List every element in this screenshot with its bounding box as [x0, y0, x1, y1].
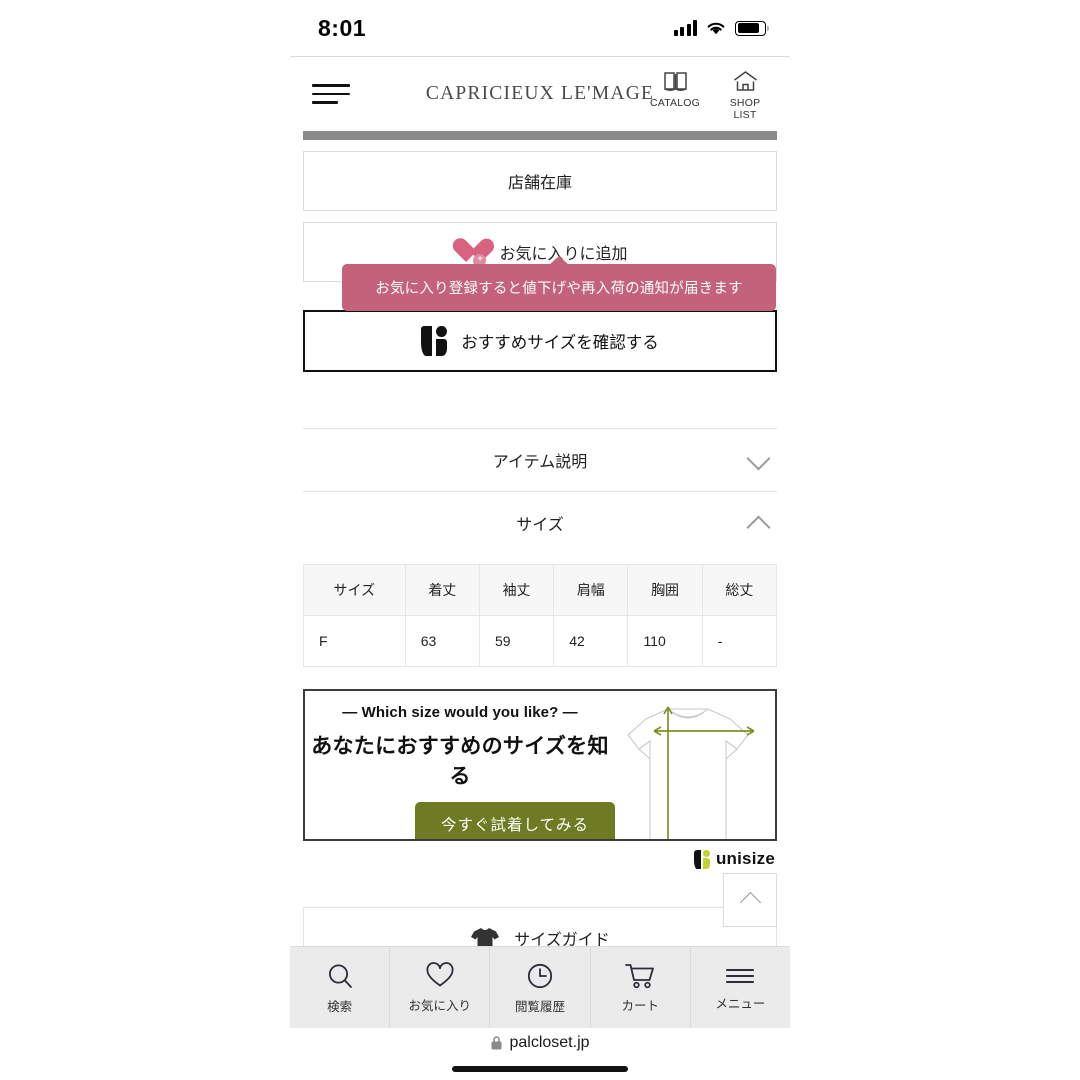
favorite-tooltip: お気に入り登録すると値下げや再入荷の通知が届きます — [342, 256, 776, 311]
nav-item-menu[interactable]: メニュー — [691, 947, 790, 1028]
cart-button-partial[interactable] — [303, 131, 777, 140]
unisize-banner[interactable]: — Which size would you like? — あなたにおすすめの… — [303, 689, 777, 841]
header-catalog-button[interactable]: CATALOG — [648, 68, 702, 121]
size-table-header-cell: 着丈 — [404, 564, 480, 616]
nav-item-search[interactable]: 検索 — [290, 947, 391, 1028]
size-table-cell: 42 — [553, 615, 629, 667]
header-shoplist-button[interactable]: SHOP LIST — [718, 68, 772, 121]
nav-label-favorites: お気に入り — [408, 998, 472, 1013]
table-row: F 63 59 42 110 - — [303, 615, 778, 667]
accordion-item-size[interactable]: サイズ — [303, 491, 777, 554]
url-text: palcloset.jp — [509, 1034, 590, 1051]
size-table-header-row: サイズ 着丈 袖丈 肩幅 胸囲 総丈 — [303, 564, 778, 616]
size-table-cell: 59 — [478, 615, 555, 667]
nav-label-history: 閲覧履歴 — [515, 999, 566, 1014]
unisize-logo-word: unisize — [715, 849, 775, 868]
check-recommended-size-label: おすすめサイズを確認する — [461, 334, 659, 352]
signal-bars-icon — [673, 20, 697, 36]
status-icons — [673, 20, 770, 36]
house-icon — [718, 68, 772, 95]
header-catalog-label: CATALOG — [649, 96, 701, 109]
size-table-header-cell: 袖丈 — [478, 564, 555, 616]
scroll-to-top-button[interactable] — [723, 873, 777, 927]
phone-screen: 8:01 CAPRICIEUX LE'MAGE CATALOG SHOP LIS… — [290, 0, 790, 1080]
home-indicator — [452, 1066, 628, 1072]
size-table-header-cell: サイズ — [303, 564, 406, 616]
nav-item-favorites[interactable]: お気に入り — [390, 947, 491, 1028]
accordion-item-description[interactable]: アイテム説明 — [303, 428, 777, 491]
store-stock-label: 店舗在庫 — [507, 175, 572, 192]
header-actions: CATALOG SHOP LIST — [648, 68, 772, 121]
accordion-group: アイテム説明 サイズ — [303, 428, 777, 554]
lock-icon — [491, 1036, 502, 1050]
size-table-header-cell: 総丈 — [701, 564, 778, 616]
header-shoplist-label: SHOP LIST — [729, 96, 761, 121]
heart-outline-icon — [426, 961, 454, 986]
heart-plus-icon: + — [452, 237, 487, 267]
site-header: CAPRICIEUX LE'MAGE CATALOG SHOP LIST — [290, 56, 790, 131]
hamburger-menu-icon — [726, 968, 755, 983]
bottom-navigation: 検索 お気に入り 閲覧履歴 カート メニュー — [290, 946, 790, 1028]
tshirt-measurement-diagram — [627, 706, 755, 839]
left-margin — [0, 0, 290, 1080]
chevron-up-icon — [739, 891, 761, 914]
nav-item-cart[interactable]: カート — [591, 947, 691, 1028]
size-table: サイズ 着丈 袖丈 肩幅 胸囲 総丈 F 63 59 42 110 - — [303, 564, 778, 667]
right-margin — [790, 0, 1080, 1080]
chevron-up-icon — [746, 515, 771, 540]
hamburger-menu-icon[interactable] — [312, 84, 350, 104]
size-table-header-cell: 胸囲 — [627, 564, 703, 616]
screenshot-root: 8:01 CAPRICIEUX LE'MAGE CATALOG SHOP LIS… — [0, 0, 1080, 1080]
try-on-now-button[interactable]: 今すぐ試着してみる — [415, 802, 615, 839]
cart-icon — [625, 963, 655, 988]
add-favorite-button[interactable]: + お気に入りに追加 お気に入り登録すると値下げや再入荷の通知が届きます — [303, 222, 777, 311]
nav-label-menu: メニュー — [715, 996, 766, 1011]
size-table-header-cell: 肩幅 — [553, 564, 629, 616]
browser-url-bar[interactable]: palcloset.jp — [290, 1028, 790, 1080]
size-table-cell: 110 — [627, 615, 703, 667]
favorite-inner: + お気に入りに追加 — [452, 237, 628, 267]
accordion-description-title: アイテム説明 — [492, 454, 588, 471]
size-table-cell: - — [701, 615, 778, 667]
size-table-cell: 63 — [404, 615, 480, 667]
nav-item-history[interactable]: 閲覧履歴 — [490, 947, 591, 1028]
clock-icon — [527, 963, 553, 988]
search-icon — [328, 963, 352, 988]
size-table-cell: F — [303, 615, 406, 667]
wifi-icon — [707, 22, 725, 34]
book-icon — [648, 68, 702, 95]
url-line: palcloset.jp — [490, 1034, 590, 1052]
page-content: 店舗在庫 + お気に入りに追加 お気に入り登録すると値下げや再入荷の通知が届きま… — [290, 131, 790, 967]
status-bar: 8:01 — [290, 0, 790, 56]
chevron-down-icon — [746, 446, 771, 471]
check-recommended-size-button[interactable]: おすすめサイズを確認する — [303, 310, 777, 372]
unisize-logo-icon — [421, 326, 448, 356]
nav-label-cart: カート — [621, 998, 659, 1013]
store-stock-button[interactable]: 店舗在庫 — [303, 151, 777, 211]
battery-icon — [735, 20, 770, 36]
unisize-logo-icon — [693, 849, 710, 869]
nav-label-search: 検索 — [327, 999, 353, 1014]
status-time: 8:01 — [318, 14, 367, 41]
accordion-size-title: サイズ — [516, 517, 564, 534]
unisize-logo-row: unisize — [303, 849, 777, 869]
